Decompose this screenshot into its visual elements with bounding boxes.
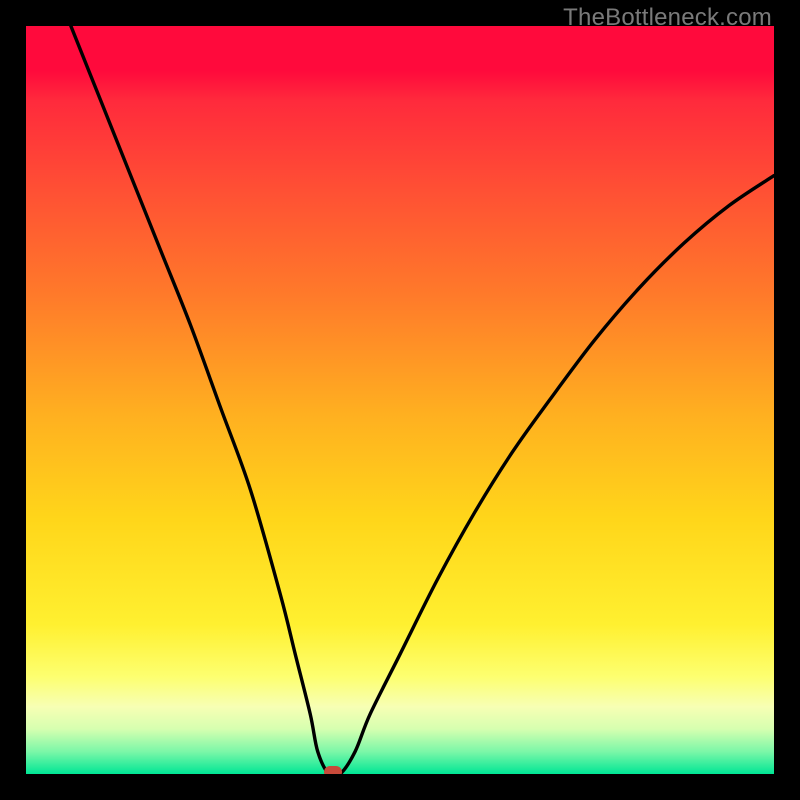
bottleneck-curve <box>26 26 774 774</box>
optimum-marker <box>324 766 342 774</box>
plot-area <box>26 26 774 774</box>
chart-frame: TheBottleneck.com <box>0 0 800 800</box>
